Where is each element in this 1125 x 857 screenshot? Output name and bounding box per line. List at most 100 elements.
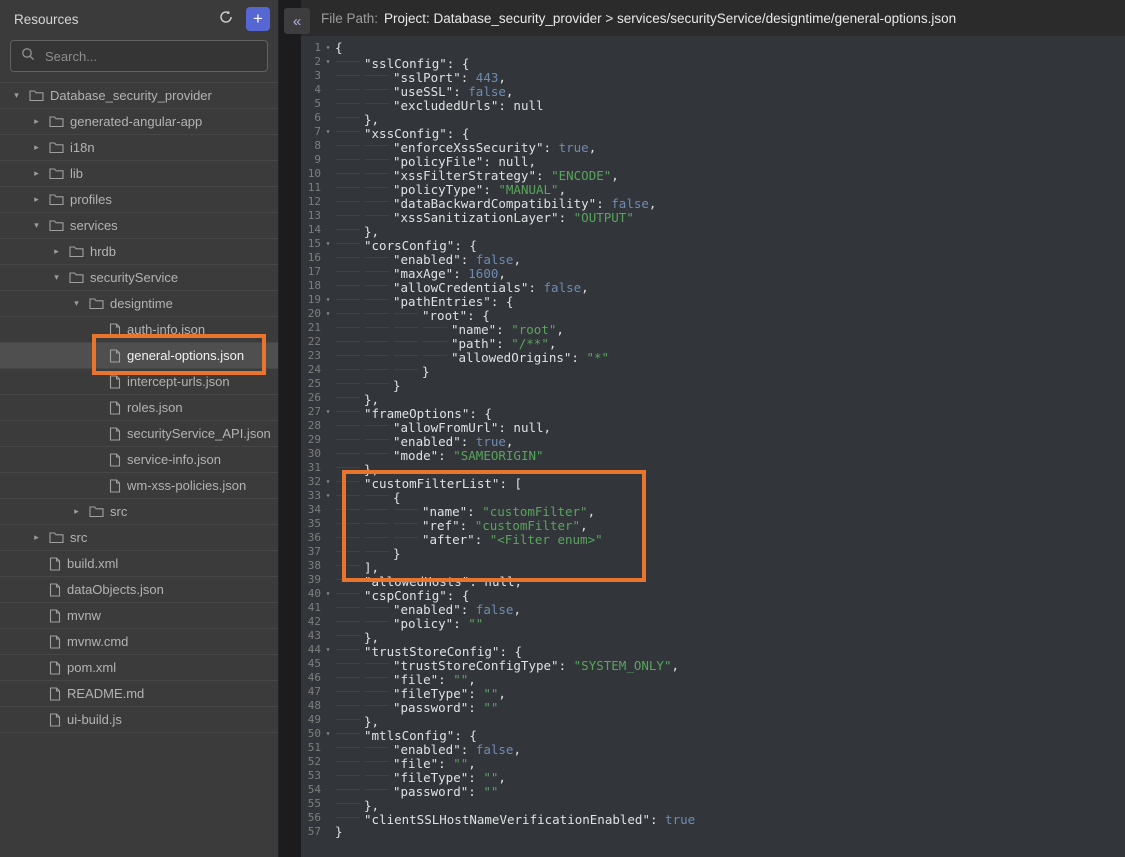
tree-item-service-info-json[interactable]: service-info.json xyxy=(0,447,278,473)
tree-item-ui-build-js[interactable]: ui-build.js xyxy=(0,707,278,733)
tree-item-designtime[interactable]: ▾designtime xyxy=(0,291,278,317)
code-line-5[interactable]: 5"excludedUrls": null xyxy=(301,97,1125,111)
code-line-29[interactable]: 29"enabled": true, xyxy=(301,433,1125,447)
caret-right-icon[interactable]: ▸ xyxy=(70,506,83,517)
code-line-48[interactable]: 48"password": "" xyxy=(301,699,1125,713)
code-line-2[interactable]: 2▾"sslConfig": { xyxy=(301,55,1125,69)
code-line-47[interactable]: 47"fileType": "", xyxy=(301,685,1125,699)
tree-item-general-options-json[interactable]: general-options.json xyxy=(0,343,278,369)
fold-caret-icon[interactable]: ▾ xyxy=(321,293,335,307)
code-line-11[interactable]: 11"policyType": "MANUAL", xyxy=(301,181,1125,195)
code-line-39[interactable]: 39"allowedHosts": null, xyxy=(301,573,1125,587)
caret-down-icon[interactable]: ▾ xyxy=(70,298,83,309)
code-line-24[interactable]: 24} xyxy=(301,363,1125,377)
add-button[interactable]: + xyxy=(246,7,270,31)
tree-item-build-xml[interactable]: build.xml xyxy=(0,551,278,577)
collapse-sidebar-button[interactable]: « xyxy=(284,8,310,34)
code-line-31[interactable]: 31}, xyxy=(301,461,1125,475)
tree-item-wm-xss-policies-json[interactable]: wm-xss-policies.json xyxy=(0,473,278,499)
tree-item-src[interactable]: ▸src xyxy=(0,525,278,551)
tree-item-roles-json[interactable]: roles.json xyxy=(0,395,278,421)
code-line-30[interactable]: 30"mode": "SAMEORIGIN" xyxy=(301,447,1125,461)
code-line-1[interactable]: 1▾{ xyxy=(301,41,1125,55)
fold-caret-icon[interactable]: ▾ xyxy=(321,489,335,503)
tree-item-intercept-urls-json[interactable]: intercept-urls.json xyxy=(0,369,278,395)
code-line-55[interactable]: 55}, xyxy=(301,797,1125,811)
tree-item-dataobjects-json[interactable]: dataObjects.json xyxy=(0,577,278,603)
code-line-20[interactable]: 20▾"root": { xyxy=(301,307,1125,321)
code-line-37[interactable]: 37} xyxy=(301,545,1125,559)
code-line-33[interactable]: 33▾{ xyxy=(301,489,1125,503)
code-line-22[interactable]: 22"path": "/**", xyxy=(301,335,1125,349)
code-line-35[interactable]: 35"ref": "customFilter", xyxy=(301,517,1125,531)
tree-item-lib[interactable]: ▸lib xyxy=(0,161,278,187)
code-line-41[interactable]: 41"enabled": false, xyxy=(301,601,1125,615)
fold-caret-icon[interactable]: ▾ xyxy=(321,475,335,489)
fold-caret-icon[interactable]: ▾ xyxy=(321,55,335,69)
tree-item-src[interactable]: ▸src xyxy=(0,499,278,525)
caret-right-icon[interactable]: ▸ xyxy=(30,116,43,127)
code-line-3[interactable]: 3"sslPort": 443, xyxy=(301,69,1125,83)
caret-down-icon[interactable]: ▾ xyxy=(50,272,63,283)
code-line-6[interactable]: 6}, xyxy=(301,111,1125,125)
code-line-32[interactable]: 32▾"customFilterList": [ xyxy=(301,475,1125,489)
code-line-4[interactable]: 4"useSSL": false, xyxy=(301,83,1125,97)
fold-caret-icon[interactable]: ▾ xyxy=(321,125,335,139)
fold-caret-icon[interactable]: ▾ xyxy=(321,727,335,741)
code-line-27[interactable]: 27▾"frameOptions": { xyxy=(301,405,1125,419)
code-line-9[interactable]: 9"policyFile": null, xyxy=(301,153,1125,167)
tree-item-pom-xml[interactable]: pom.xml xyxy=(0,655,278,681)
tree-item-profiles[interactable]: ▸profiles xyxy=(0,187,278,213)
tree-item-auth-info-json[interactable]: auth-info.json xyxy=(0,317,278,343)
code-line-54[interactable]: 54"password": "" xyxy=(301,783,1125,797)
code-line-28[interactable]: 28"allowFromUrl": null, xyxy=(301,419,1125,433)
code-line-15[interactable]: 15▾"corsConfig": { xyxy=(301,237,1125,251)
code-line-21[interactable]: 21"name": "root", xyxy=(301,321,1125,335)
code-line-13[interactable]: 13"xssSanitizationLayer": "OUTPUT" xyxy=(301,209,1125,223)
code-line-42[interactable]: 42"policy": "" xyxy=(301,615,1125,629)
tree-item-hrdb[interactable]: ▸hrdb xyxy=(0,239,278,265)
refresh-button[interactable] xyxy=(214,7,238,31)
code-line-44[interactable]: 44▾"trustStoreConfig": { xyxy=(301,643,1125,657)
fold-caret-icon[interactable]: ▾ xyxy=(321,41,335,55)
code-line-18[interactable]: 18"allowCredentials": false, xyxy=(301,279,1125,293)
code-line-53[interactable]: 53"fileType": "", xyxy=(301,769,1125,783)
caret-right-icon[interactable]: ▸ xyxy=(30,168,43,179)
code-line-43[interactable]: 43}, xyxy=(301,629,1125,643)
search-box[interactable] xyxy=(10,40,268,72)
tree-item-securityservice-api-json[interactable]: securityService_API.json xyxy=(0,421,278,447)
caret-right-icon[interactable]: ▸ xyxy=(30,194,43,205)
code-line-17[interactable]: 17"maxAge": 1600, xyxy=(301,265,1125,279)
code-line-51[interactable]: 51"enabled": false, xyxy=(301,741,1125,755)
code-line-56[interactable]: 56"clientSSLHostNameVerificationEnabled"… xyxy=(301,811,1125,825)
tree-item-services[interactable]: ▾services xyxy=(0,213,278,239)
code-line-50[interactable]: 50▾"mtlsConfig": { xyxy=(301,727,1125,741)
tree-item-generated-angular-app[interactable]: ▸generated-angular-app xyxy=(0,109,278,135)
code-line-16[interactable]: 16"enabled": false, xyxy=(301,251,1125,265)
code-line-7[interactable]: 7▾"xssConfig": { xyxy=(301,125,1125,139)
code-line-12[interactable]: 12"dataBackwardCompatibility": false, xyxy=(301,195,1125,209)
tree-item-readme-md[interactable]: README.md xyxy=(0,681,278,707)
caret-down-icon[interactable]: ▾ xyxy=(30,220,43,231)
code-line-38[interactable]: 38], xyxy=(301,559,1125,573)
caret-right-icon[interactable]: ▸ xyxy=(30,532,43,543)
tree-item-database-security-provider[interactable]: ▾Database_security_provider xyxy=(0,83,278,109)
code-line-45[interactable]: 45"trustStoreConfigType": "SYSTEM_ONLY", xyxy=(301,657,1125,671)
fold-caret-icon[interactable]: ▾ xyxy=(321,405,335,419)
fold-caret-icon[interactable]: ▾ xyxy=(321,643,335,657)
code-line-34[interactable]: 34"name": "customFilter", xyxy=(301,503,1125,517)
caret-down-icon[interactable]: ▾ xyxy=(10,90,23,101)
code-line-23[interactable]: 23"allowedOrigins": "*" xyxy=(301,349,1125,363)
search-input[interactable] xyxy=(43,48,257,65)
code-line-10[interactable]: 10"xssFilterStrategy": "ENCODE", xyxy=(301,167,1125,181)
code-editor[interactable]: 1▾{2▾"sslConfig": {3"sslPort": 443,4"use… xyxy=(301,36,1125,857)
code-line-25[interactable]: 25} xyxy=(301,377,1125,391)
code-line-49[interactable]: 49}, xyxy=(301,713,1125,727)
caret-right-icon[interactable]: ▸ xyxy=(50,246,63,257)
code-line-14[interactable]: 14}, xyxy=(301,223,1125,237)
code-line-52[interactable]: 52"file": "", xyxy=(301,755,1125,769)
code-line-57[interactable]: 57} xyxy=(301,825,1125,839)
code-line-36[interactable]: 36"after": "<Filter enum>" xyxy=(301,531,1125,545)
code-line-19[interactable]: 19▾"pathEntries": { xyxy=(301,293,1125,307)
code-line-40[interactable]: 40▾"cspConfig": { xyxy=(301,587,1125,601)
